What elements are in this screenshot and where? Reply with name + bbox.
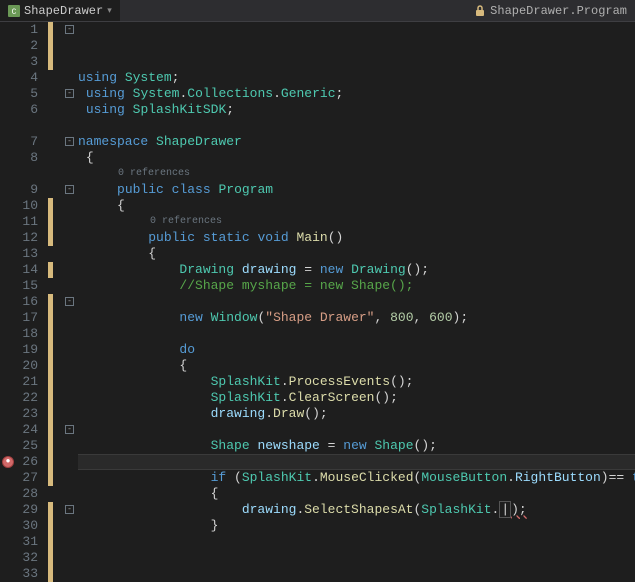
fold-toggle[interactable]: - bbox=[65, 185, 74, 194]
code-line[interactable] bbox=[78, 534, 635, 545]
code-line[interactable]: { bbox=[78, 486, 635, 502]
line-number: 17 bbox=[0, 310, 38, 326]
code-area[interactable]: using System; using System.Collections.G… bbox=[78, 22, 635, 545]
line-number: 28 bbox=[0, 486, 38, 502]
code-line[interactable]: { bbox=[78, 358, 635, 374]
change-marker bbox=[48, 294, 53, 486]
code-line[interactable]: using SplashKitSDK; bbox=[78, 102, 635, 118]
line-number: 23 bbox=[0, 406, 38, 422]
line-number: 10 bbox=[0, 198, 38, 214]
line-number: 6 bbox=[0, 102, 38, 118]
line-number: 8 bbox=[0, 150, 38, 166]
code-line[interactable]: SplashKit.ProcessEvents(); bbox=[78, 374, 635, 390]
change-markers bbox=[48, 22, 64, 545]
svg-text:C: C bbox=[12, 8, 17, 17]
code-line[interactable]: { bbox=[78, 150, 635, 166]
error-icon[interactable]: ● bbox=[2, 456, 14, 468]
line-number: 9 bbox=[0, 182, 38, 198]
line-number: 15 bbox=[0, 278, 38, 294]
line-number: 21 bbox=[0, 374, 38, 390]
fold-toggle[interactable]: - bbox=[65, 137, 74, 146]
line-number: 20 bbox=[0, 358, 38, 374]
line-number: 12 bbox=[0, 230, 38, 246]
code-line[interactable]: Shape newshape = new Shape(); bbox=[78, 438, 635, 454]
code-line[interactable]: public class Program bbox=[78, 182, 635, 198]
code-line[interactable]: public static void Main() bbox=[78, 230, 635, 246]
code-line[interactable] bbox=[78, 454, 635, 470]
code-editor[interactable]: ● 12345678910111213141516171819202122232… bbox=[0, 22, 635, 545]
chevron-down-icon[interactable]: ▾ bbox=[107, 6, 112, 16]
tab-bar: C ShapeDrawer ▾ ShapeDrawer.Program bbox=[0, 0, 635, 22]
code-line[interactable]: new Window("Shape Drawer", 800, 600); bbox=[78, 310, 635, 326]
code-line[interactable]: using System; bbox=[78, 70, 635, 86]
code-line[interactable]: //Shape myshape = new Shape(); bbox=[78, 278, 635, 294]
code-line[interactable]: Drawing drawing = new Drawing(); bbox=[78, 262, 635, 278]
line-number: 5 bbox=[0, 86, 38, 102]
fold-toggle[interactable]: - bbox=[65, 505, 74, 514]
line-number: 24 bbox=[0, 422, 38, 438]
codelens-references[interactable]: 0 references bbox=[78, 214, 635, 230]
line-number: 32 bbox=[0, 550, 38, 566]
code-line[interactable] bbox=[78, 294, 635, 310]
line-number: 18 bbox=[0, 326, 38, 342]
code-line[interactable] bbox=[78, 118, 635, 134]
line-number: 16 bbox=[0, 294, 38, 310]
fold-toggle[interactable]: - bbox=[65, 25, 74, 34]
code-line[interactable] bbox=[78, 422, 635, 438]
line-number-gutter: ● 12345678910111213141516171819202122232… bbox=[0, 22, 48, 545]
tab-label: ShapeDrawer bbox=[24, 4, 103, 18]
fold-toggle[interactable]: - bbox=[65, 425, 74, 434]
csharp-file-icon: C bbox=[8, 5, 20, 17]
change-marker bbox=[48, 502, 53, 582]
fold-toggle[interactable]: - bbox=[65, 297, 74, 306]
code-line[interactable]: { bbox=[78, 198, 635, 214]
line-number: 31 bbox=[0, 534, 38, 550]
line-number: 3 bbox=[0, 54, 38, 70]
line-number: 27 bbox=[0, 470, 38, 486]
line-number: 22 bbox=[0, 390, 38, 406]
fold-toggle[interactable]: - bbox=[65, 89, 74, 98]
line-number: 33 bbox=[0, 566, 38, 582]
line-number: 2 bbox=[0, 38, 38, 54]
line-number: 19 bbox=[0, 342, 38, 358]
line-number: 29 bbox=[0, 502, 38, 518]
code-line[interactable]: namespace ShapeDrawer bbox=[78, 134, 635, 150]
line-number: 14 bbox=[0, 262, 38, 278]
code-line[interactable]: do bbox=[78, 342, 635, 358]
code-line[interactable]: if (SplashKit.MouseClicked(MouseButton.R… bbox=[78, 470, 635, 486]
breadcrumb-label: ShapeDrawer.Program bbox=[490, 4, 627, 18]
code-line[interactable]: drawing.Draw(); bbox=[78, 406, 635, 422]
tab-active[interactable]: C ShapeDrawer ▾ bbox=[0, 0, 120, 21]
change-marker bbox=[48, 22, 53, 70]
code-line[interactable]: } bbox=[78, 518, 635, 534]
fold-gutter: - - - - - - - bbox=[64, 22, 78, 545]
line-number: 11 bbox=[0, 214, 38, 230]
codelens-references[interactable]: 0 references bbox=[78, 166, 635, 182]
line-number: 13 bbox=[0, 246, 38, 262]
code-line[interactable] bbox=[78, 326, 635, 342]
line-number: 25 bbox=[0, 438, 38, 454]
line-number: 30 bbox=[0, 518, 38, 534]
change-marker bbox=[48, 262, 53, 278]
lock-icon bbox=[474, 5, 486, 17]
breadcrumb[interactable]: ShapeDrawer.Program bbox=[474, 4, 635, 18]
line-number: 4 bbox=[0, 70, 38, 86]
line-number: 7 bbox=[0, 134, 38, 150]
line-number: 1 bbox=[0, 22, 38, 38]
code-line[interactable]: drawing.SelectShapesAt(SplashKit.|); bbox=[78, 502, 635, 518]
code-line[interactable]: SplashKit.ClearScreen(); bbox=[78, 390, 635, 406]
change-marker bbox=[48, 198, 53, 246]
code-line[interactable]: { bbox=[78, 246, 635, 262]
code-line[interactable]: using System.Collections.Generic; bbox=[78, 86, 635, 102]
